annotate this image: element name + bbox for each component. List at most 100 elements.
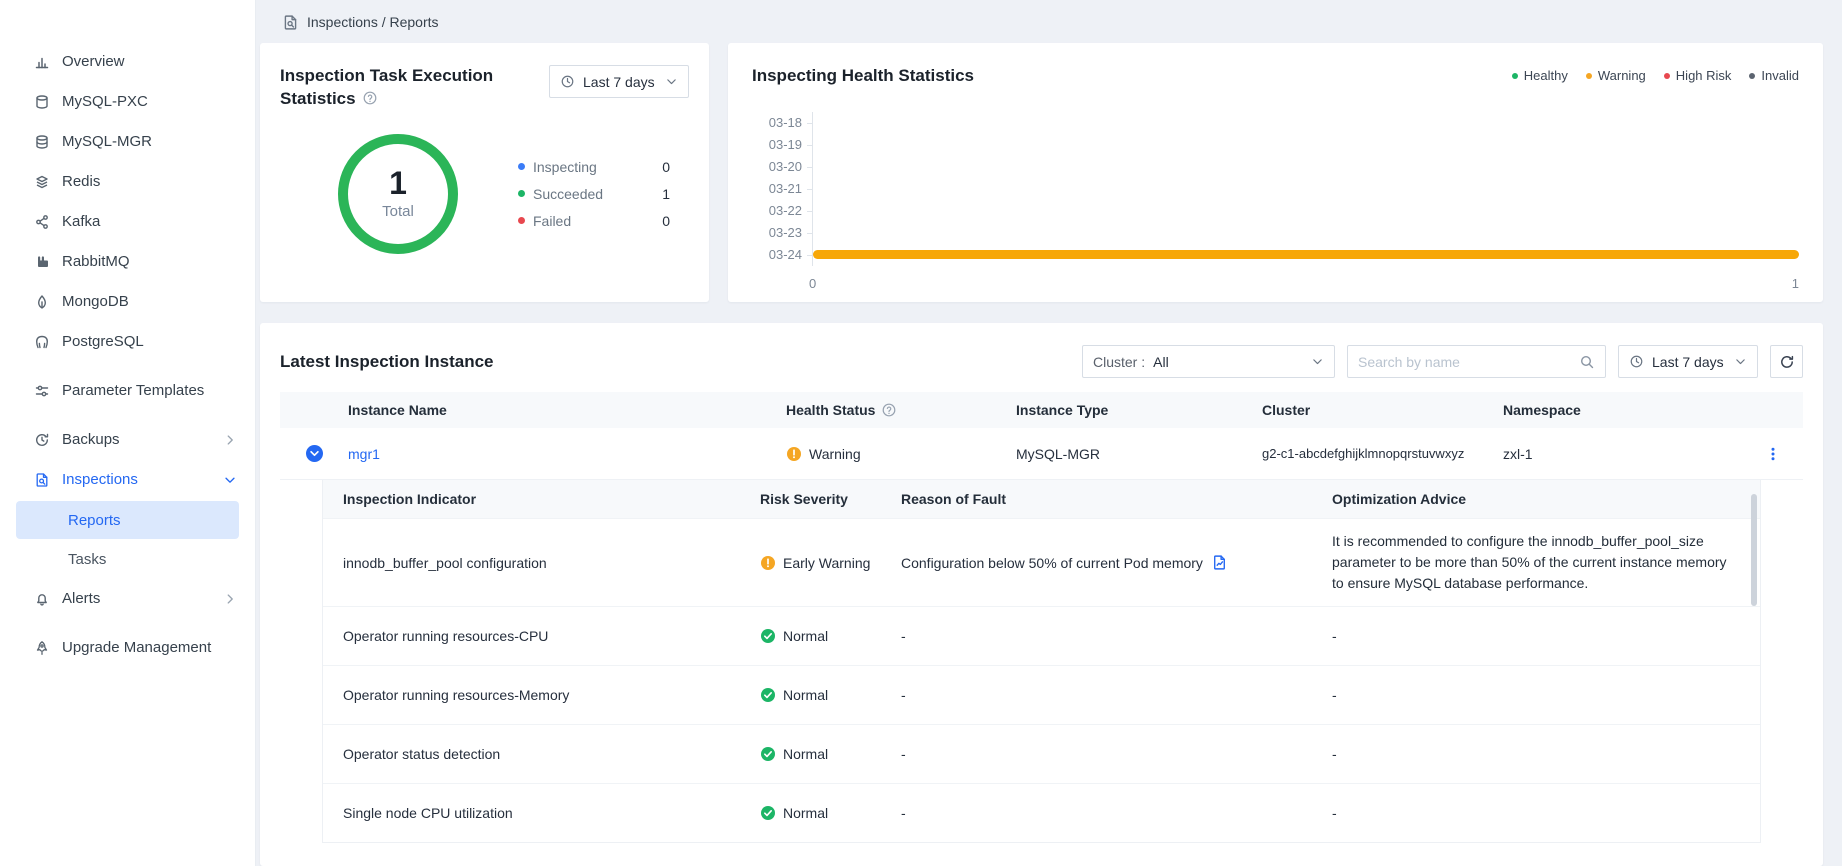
sidebar-item-label: Kafka (62, 213, 237, 232)
table-header: Instance Name Health Status Instance Typ… (280, 392, 1803, 428)
upgrade-icon (34, 640, 50, 656)
legend-dot (518, 217, 525, 224)
sidebar-item-inspections[interactable]: Inspections (0, 460, 255, 500)
mysql-mgr-icon (34, 134, 50, 150)
reason-cell: - (901, 746, 1332, 762)
reason-cell: - (901, 628, 1332, 644)
instance-name-link[interactable]: mgr1 (348, 446, 786, 462)
y-tick-label: 03-19 (752, 137, 802, 152)
legend-item-high-risk[interactable]: High Risk (1664, 68, 1732, 83)
legend-label: Healthy (1524, 68, 1568, 83)
sidebar-item-tasks[interactable]: Tasks (16, 540, 239, 578)
view-report-icon[interactable] (1211, 554, 1228, 571)
legend-dot (1749, 73, 1755, 79)
search-input[interactable] (1358, 354, 1571, 370)
sidebar-item-kafka[interactable]: Kafka (0, 202, 255, 242)
legend-item-warning[interactable]: Warning (1586, 68, 1646, 83)
sidebar-item-label: MongoDB (62, 293, 237, 312)
health-stats-title: Inspecting Health Statistics (752, 65, 974, 87)
main-content: Inspections / Reports Inspection Task Ex… (256, 0, 1842, 866)
detail-scrollbar[interactable] (1751, 494, 1757, 606)
sidebar-item-label: MySQL-PXC (62, 93, 237, 112)
sidebar-item-label: Overview (62, 53, 237, 72)
sidebar: Overview MySQL-PXC MySQL-MGR Redis Kafka… (0, 0, 256, 866)
inspection-detail-panel: Inspection Indicator Risk Severity Reaso… (322, 480, 1761, 843)
redis-icon (34, 174, 50, 190)
detail-row: Single node CPU utilization Normal - - (323, 783, 1760, 842)
search-icon[interactable] (1579, 354, 1595, 370)
sidebar-item-postgresql[interactable]: PostgreSQL (0, 322, 255, 362)
sidebar-item-upgrade-management[interactable]: Upgrade Management (0, 619, 255, 677)
detail-row: Operator running resources-Memory Normal… (323, 665, 1760, 724)
table-range-value: Last 7 days (1652, 354, 1724, 370)
x-tick-label: 1 (1792, 276, 1799, 291)
detail-column-advice: Optimization Advice (1332, 491, 1760, 507)
sidebar-item-alerts[interactable]: Alerts (0, 579, 255, 619)
table-range-select[interactable]: Last 7 days (1618, 345, 1758, 378)
severity-cell: Early Warning (760, 555, 901, 571)
health-bar-chart: 03-18 03-19 03-20 03-21 03-22 03-23 03-2… (752, 112, 1799, 291)
chart-row: 03-19 (752, 134, 1799, 156)
severity-text: Normal (783, 746, 828, 762)
detail-row: Operator status detection Normal - - (323, 724, 1760, 783)
sidebar-item-mysql-mgr[interactable]: MySQL-MGR (0, 122, 255, 162)
legend-item-invalid[interactable]: Invalid (1749, 68, 1799, 83)
legend-value: 1 (662, 186, 670, 202)
column-header-cluster: Cluster (1262, 402, 1503, 418)
severity-text: Normal (783, 628, 828, 644)
column-header-instance-name: Instance Name (348, 402, 786, 418)
indicator-cell: Single node CPU utilization (323, 805, 760, 821)
task-total-value: 1 (389, 167, 407, 201)
sidebar-item-reports[interactable]: Reports (16, 501, 239, 539)
severity-cell: Normal (760, 628, 901, 644)
advice-cell: It is recommended to configure the innod… (1332, 519, 1760, 606)
sidebar-item-rabbitmq[interactable]: RabbitMQ (0, 242, 255, 282)
legend-item-succeeded[interactable]: Succeeded 1 (518, 186, 670, 202)
cluster-filter-select[interactable]: Cluster : All (1082, 345, 1335, 378)
warning-icon (786, 446, 802, 462)
help-icon[interactable] (881, 402, 897, 418)
row-actions-menu-icon[interactable] (1765, 446, 1781, 462)
instance-type-cell: MySQL-MGR (1016, 446, 1262, 462)
sidebar-item-mysql-pxc[interactable]: MySQL-PXC (0, 82, 255, 122)
chart-bar[interactable] (813, 250, 1799, 259)
alerts-icon (34, 591, 50, 607)
health-status-text: Warning (809, 446, 861, 462)
legend-label: Invalid (1761, 68, 1799, 83)
breadcrumb[interactable]: Inspections / Reports (260, 10, 1823, 34)
section-title: Latest Inspection Instance (280, 352, 494, 372)
latest-inspection-card: Latest Inspection Instance Cluster : All… (260, 323, 1823, 866)
sidebar-item-mongodb[interactable]: MongoDB (0, 282, 255, 322)
postgresql-icon (34, 334, 50, 350)
sidebar-item-overview[interactable]: Overview (0, 42, 255, 82)
y-tick-label: 03-18 (752, 115, 802, 130)
detail-row: innodb_buffer_pool configuration Early W… (323, 518, 1760, 606)
indicator-cell: Operator status detection (323, 746, 760, 762)
table-row: mgr1 Warning MySQL-MGR g2-c1-abcdefghijk… (280, 428, 1803, 480)
chevron-down-icon (1311, 355, 1324, 368)
chart-row: 03-23 (752, 222, 1799, 244)
app-root: Overview MySQL-PXC MySQL-MGR Redis Kafka… (0, 0, 1842, 866)
chart-row: 03-24 (752, 244, 1799, 266)
help-icon[interactable] (362, 90, 378, 106)
legend-item-inspecting[interactable]: Inspecting 0 (518, 159, 670, 175)
task-range-select[interactable]: Last 7 days (549, 65, 689, 98)
refresh-button[interactable] (1770, 345, 1803, 378)
health-legend: Healthy Warning High Risk Invalid (1512, 68, 1799, 83)
legend-item-failed[interactable]: Failed 0 (518, 213, 670, 229)
indicator-cell: Operator running resources-Memory (323, 687, 760, 703)
sidebar-item-redis[interactable]: Redis (0, 162, 255, 202)
collapse-row-icon[interactable] (306, 445, 323, 462)
chevron-right-icon (223, 433, 237, 447)
chart-row: 03-22 (752, 200, 1799, 222)
detail-column-reason: Reason of Fault (901, 491, 1332, 507)
sidebar-item-parameter-templates[interactable]: Parameter Templates (0, 362, 255, 420)
legend-item-healthy[interactable]: Healthy (1512, 68, 1568, 83)
check-icon (760, 628, 776, 644)
indicator-cell: Operator running resources-CPU (323, 628, 760, 644)
reason-cell: Configuration below 50% of current Pod m… (901, 554, 1332, 571)
health-stats-card: Inspecting Health Statistics Healthy War… (728, 43, 1823, 302)
task-stats-card: Inspection Task Execution Statistics Las… (260, 43, 709, 302)
task-legend: Inspecting 0 Succeeded 1 Failed 0 (518, 159, 670, 229)
sidebar-item-backups[interactable]: Backups (0, 420, 255, 460)
